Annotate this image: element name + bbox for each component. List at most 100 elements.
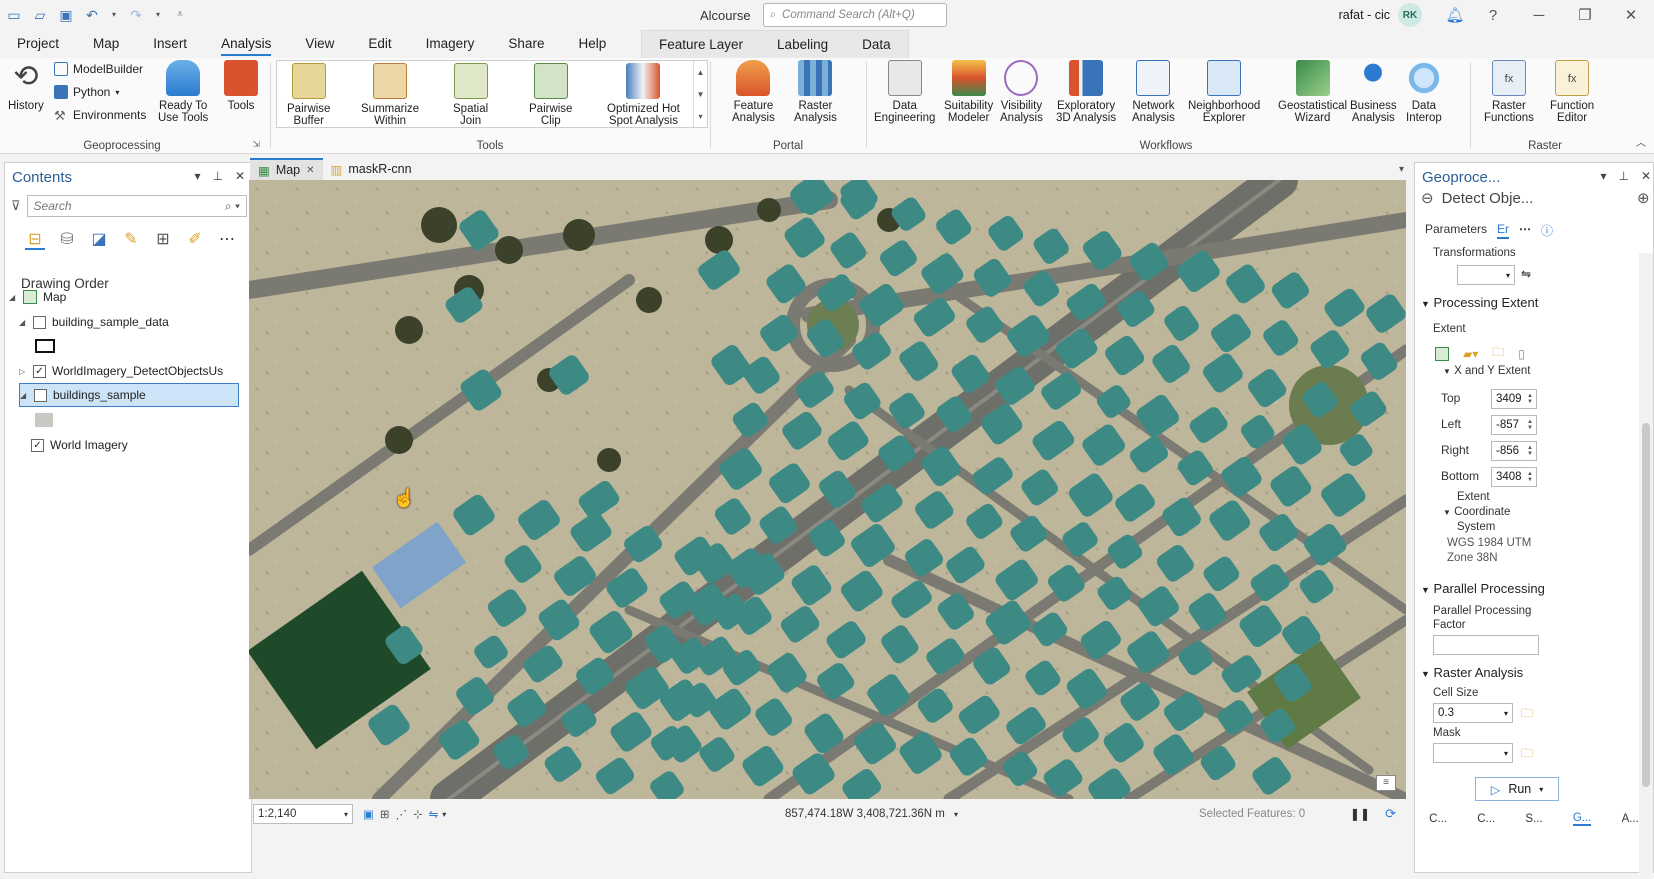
function-editor-button[interactable]: fx Function Editor xyxy=(1550,60,1594,124)
pairwise-buffer-button[interactable]: Pairwise Buffer xyxy=(287,63,330,127)
pairwise-clip-button[interactable]: Pairwise Clip xyxy=(529,63,572,127)
spinner-icon[interactable]: ▲ ▼ xyxy=(1524,390,1536,408)
layer-buildings-sample[interactable]: ◢ buildings_sample xyxy=(19,383,239,407)
collapse-caret-icon[interactable]: ◢ xyxy=(20,391,28,400)
tab-project[interactable]: Project xyxy=(0,30,76,58)
customize-qat-icon[interactable]: ⩡ xyxy=(172,7,188,23)
fixed-extent-icon[interactable]: ▣ xyxy=(363,807,374,821)
data-engineering-button[interactable]: Data Engineering xyxy=(874,60,935,124)
pane-menu-icon[interactable]: ▾ xyxy=(1600,169,1606,183)
pane-menu-icon[interactable]: ▾ xyxy=(194,169,200,183)
dock-tab-symbology[interactable]: S... xyxy=(1525,813,1542,825)
drawing-order-icon[interactable]: ⊟ xyxy=(25,230,45,250)
labeling-icon[interactable]: ✐ xyxy=(185,230,205,250)
left-input[interactable]: -857 ▲ ▼ xyxy=(1491,415,1537,435)
add-icon[interactable]: ⊕ xyxy=(1637,189,1650,207)
redo-dropdown-icon[interactable]: ▾ xyxy=(154,7,162,23)
suitability-modeler-button[interactable]: Suitability Modeler xyxy=(944,60,993,124)
layer-world-imagery[interactable]: ✓ World Imagery xyxy=(31,433,128,457)
chevron-down-icon[interactable]: ▾ xyxy=(442,810,446,819)
cell-size-dropdown[interactable]: 0.3 ▾ xyxy=(1433,703,1513,723)
selected-features-count[interactable]: Selected Features: 0 xyxy=(1199,808,1305,820)
filter-icon[interactable]: ⊽ xyxy=(11,198,21,214)
grid-icon[interactable]: ⊞ xyxy=(380,807,390,821)
tab-environments[interactable]: Er xyxy=(1497,222,1510,239)
search-icon[interactable]: ⌕ ▾ xyxy=(225,199,240,214)
tab-edit[interactable]: Edit xyxy=(351,30,408,58)
more-icon[interactable]: ⋯ xyxy=(217,230,237,250)
user-name[interactable]: rafat - cic xyxy=(1339,8,1390,22)
geoprocessing-scrollbar[interactable] xyxy=(1639,253,1653,873)
undo-icon[interactable]: ↶ xyxy=(84,7,100,23)
tab-map-view[interactable]: ▦ Map ✕ xyxy=(250,158,323,180)
pause-icon[interactable]: ❚❚ xyxy=(1350,807,1370,821)
collapse-ribbon-icon[interactable]: ︿ xyxy=(1636,134,1646,149)
history-button[interactable]: ⟲ History xyxy=(8,60,44,112)
transformations-dropdown[interactable]: ▾ xyxy=(1457,265,1515,285)
contents-search-input[interactable]: Search ⌕ ▾ xyxy=(26,195,247,217)
scale-selector[interactable]: 1:2,140 ▾ xyxy=(253,804,353,824)
visibility-analysis-button[interactable]: Visibility Analysis xyxy=(1000,60,1043,124)
tab-insert[interactable]: Insert xyxy=(136,30,204,58)
parallel-factor-input[interactable] xyxy=(1433,635,1539,655)
browse-folder-icon[interactable]: 🗀︎ xyxy=(1492,343,1504,364)
collapse-caret-icon[interactable]: ◢ xyxy=(9,293,17,302)
command-search-input[interactable]: ⌕ Command Search (Alt+Q) xyxy=(762,3,947,27)
snapping-icon[interactable]: ⊞ xyxy=(153,230,173,250)
business-analysis-button[interactable]: Business Analysis xyxy=(1350,60,1397,124)
tab-parameters[interactable]: Parameters xyxy=(1425,222,1487,239)
browse-folder-icon[interactable]: 🗀︎ xyxy=(1521,744,1533,765)
gallery-scroll[interactable]: ▲ ▼ ▾ xyxy=(693,61,707,127)
data-source-icon[interactable]: ⛁ xyxy=(57,230,77,250)
minimize-icon[interactable]: ─ xyxy=(1516,0,1562,30)
tab-imagery[interactable]: Imagery xyxy=(409,30,492,58)
tab-share[interactable]: Share xyxy=(491,30,561,58)
run-button[interactable]: ▷ Run ▾ xyxy=(1475,777,1559,801)
tools-button[interactable]: Tools xyxy=(224,60,258,112)
optimized-hot-spot-button[interactable]: Optimized Hot Spot Analysis xyxy=(607,63,680,127)
raster-analysis-button[interactable]: Raster Analysis xyxy=(794,60,837,124)
tab-data[interactable]: Data xyxy=(845,31,908,59)
pin-icon[interactable]: ⊥ xyxy=(1618,169,1628,183)
constraints-icon[interactable]: ⋰ xyxy=(396,807,408,821)
new-project-icon[interactable]: ▭ xyxy=(6,7,22,23)
editing-icon[interactable]: ✎ xyxy=(121,230,141,250)
symbol-swatch[interactable] xyxy=(35,408,53,432)
feature-analysis-button[interactable]: Feature Analysis xyxy=(732,60,775,124)
close-icon[interactable]: ✕ xyxy=(1641,169,1651,183)
ready-to-use-tools-button[interactable]: Ready To Use Tools xyxy=(158,60,208,124)
python-button[interactable]: Python ▾ xyxy=(54,85,119,99)
tab-view[interactable]: View xyxy=(288,30,351,58)
current-extent-icon[interactable] xyxy=(1435,346,1449,361)
browse-folder-icon[interactable]: 🗀︎ xyxy=(1521,704,1533,725)
draw-extent-icon[interactable]: ▰▾ xyxy=(1463,347,1478,361)
chevron-up-icon[interactable]: ▲ xyxy=(697,68,705,77)
more-icon[interactable]: ⋯ xyxy=(1519,222,1531,239)
map-notes-icon[interactable]: ≡ xyxy=(1376,775,1396,791)
top-input[interactable]: 3409 ▲ ▼ xyxy=(1491,389,1537,409)
tab-help[interactable]: Help xyxy=(561,30,623,58)
summarize-within-button[interactable]: Summarize Within xyxy=(361,63,419,127)
avatar[interactable]: RK xyxy=(1398,3,1422,27)
navigation-icon[interactable]: ⇋ xyxy=(429,807,439,821)
notifications-icon[interactable]: 🔔︎ xyxy=(1440,0,1470,30)
redo-icon[interactable]: ↷ xyxy=(128,7,144,23)
mask-dropdown[interactable]: ▾ xyxy=(1433,743,1513,763)
tab-labeling[interactable]: Labeling xyxy=(760,31,845,59)
view-tabs-menu-icon[interactable]: ▾ xyxy=(1399,164,1404,175)
extent-cs-toggle[interactable]: ▼ Coordinate xyxy=(1443,506,1510,518)
spinner-icon[interactable]: ▲ ▼ xyxy=(1524,442,1536,460)
layer-building-sample-data[interactable]: ◢ building_sample_data xyxy=(19,310,169,334)
close-icon[interactable]: ✕ xyxy=(1608,0,1654,30)
layer-worldimagery-detectobjects[interactable]: ▷ ✓ WorldImagery_DetectObjectsUs xyxy=(19,359,223,383)
chevron-down-icon[interactable]: ▼ xyxy=(697,90,705,99)
help-icon[interactable]: ⓘ xyxy=(1541,222,1553,239)
selection-icon[interactable]: ◪ xyxy=(89,230,109,250)
spatial-join-button[interactable]: Spatial Join xyxy=(453,63,488,127)
spinner-icon[interactable]: ▲ ▼ xyxy=(1524,416,1536,434)
save-icon[interactable]: ▣ xyxy=(58,7,74,23)
data-interop-button[interactable]: Data Interop xyxy=(1406,60,1442,124)
geostatistical-wizard-button[interactable]: Geostatistical Wizard xyxy=(1278,60,1347,124)
undo-dropdown-icon[interactable]: ▾ xyxy=(110,7,118,23)
tab-maskr-cnn[interactable]: ▥ maskR-cnn xyxy=(323,158,420,180)
